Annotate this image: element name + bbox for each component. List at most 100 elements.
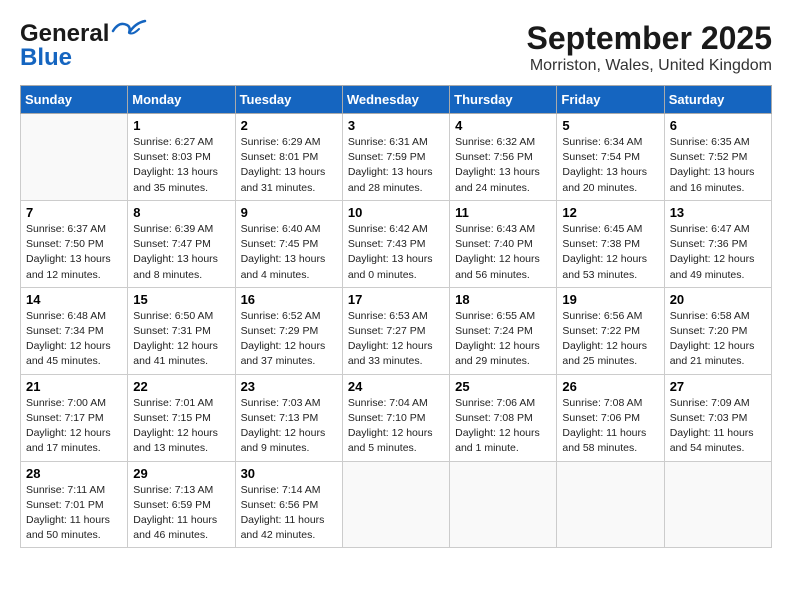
calendar-cell: 27Sunrise: 7:09 AMSunset: 7:03 PMDayligh… (664, 374, 771, 461)
calendar-cell: 2 Sunrise: 6:29 AMSunset: 8:01 PMDaylight… (235, 114, 342, 201)
weekday-tuesday: Tuesday (235, 86, 342, 114)
day-info: Sunrise: 6:32 AMSunset: 7:56 PMDaylight:… (455, 135, 551, 196)
calendar-cell: 4 Sunrise: 6:32 AMSunset: 7:56 PMDaylight… (450, 114, 557, 201)
calendar-cell: 7Sunrise: 6:37 AMSunset: 7:50 PMDaylight… (21, 200, 128, 287)
calendar-cell: 17 Sunrise: 6:53 AMSunset: 7:27 PMDayligh… (342, 287, 449, 374)
week-row-5: 28 Sunrise: 7:11 AMSunset: 7:01 PMDayligh… (21, 461, 772, 548)
calendar-cell (664, 461, 771, 548)
day-number: 2 (241, 118, 337, 133)
weekday-header-row: SundayMondayTuesdayWednesdayThursdayFrid… (21, 86, 772, 114)
weekday-sunday: Sunday (21, 86, 128, 114)
calendar-cell: 8 Sunrise: 6:39 AMSunset: 7:47 PMDaylight… (128, 200, 235, 287)
day-number: 21 (26, 379, 122, 394)
day-number: 18 (455, 292, 551, 307)
day-info: Sunrise: 7:09 AMSunset: 7:03 PMDaylight:… (670, 396, 766, 457)
title-section: September 2025 Morriston, Wales, United … (527, 20, 772, 75)
calendar-cell: 28 Sunrise: 7:11 AMSunset: 7:01 PMDayligh… (21, 461, 128, 548)
day-number: 24 (348, 379, 444, 394)
day-info: Sunrise: 6:56 AMSunset: 7:22 PMDaylight:… (562, 309, 658, 370)
day-info: Sunrise: 6:37 AMSunset: 7:50 PMDaylight:… (26, 222, 122, 283)
calendar-cell: 20Sunrise: 6:58 AMSunset: 7:20 PMDayligh… (664, 287, 771, 374)
calendar-cell: 22Sunrise: 7:01 AMSunset: 7:15 PMDayligh… (128, 374, 235, 461)
day-number: 11 (455, 205, 551, 220)
calendar-cell (342, 461, 449, 548)
day-number: 14 (26, 292, 122, 307)
day-number: 13 (670, 205, 766, 220)
day-info: Sunrise: 6:27 AMSunset: 8:03 PMDaylight:… (133, 135, 229, 196)
day-number: 3 (348, 118, 444, 133)
day-number: 4 (455, 118, 551, 133)
day-number: 10 (348, 205, 444, 220)
day-info: Sunrise: 7:11 AMSunset: 7:01 PMDaylight:… (26, 483, 122, 544)
day-number: 23 (241, 379, 337, 394)
calendar-cell (557, 461, 664, 548)
day-number: 5 (562, 118, 658, 133)
day-number: 9 (241, 205, 337, 220)
day-info: Sunrise: 7:14 AMSunset: 6:56 PMDaylight:… (241, 483, 337, 544)
day-number: 28 (26, 466, 122, 481)
day-number: 15 (133, 292, 229, 307)
calendar-cell: 15 Sunrise: 6:50 AMSunset: 7:31 PMDayligh… (128, 287, 235, 374)
calendar-cell: 26Sunrise: 7:08 AMSunset: 7:06 PMDayligh… (557, 374, 664, 461)
day-info: Sunrise: 6:29 AMSunset: 8:01 PMDaylight:… (241, 135, 337, 196)
day-info: Sunrise: 6:43 AMSunset: 7:40 PMDaylight:… (455, 222, 551, 283)
day-info: Sunrise: 6:47 AMSunset: 7:36 PMDaylight:… (670, 222, 766, 283)
logo-bird-icon (111, 19, 147, 43)
weekday-thursday: Thursday (450, 86, 557, 114)
calendar-cell: 25Sunrise: 7:06 AMSunset: 7:08 PMDayligh… (450, 374, 557, 461)
day-number: 29 (133, 466, 229, 481)
day-info: Sunrise: 6:42 AMSunset: 7:43 PMDaylight:… (348, 222, 444, 283)
day-info: Sunrise: 7:04 AMSunset: 7:10 PMDaylight:… (348, 396, 444, 457)
day-number: 30 (241, 466, 337, 481)
calendar-cell: 18 Sunrise: 6:55 AMSunset: 7:24 PMDayligh… (450, 287, 557, 374)
day-info: Sunrise: 7:00 AMSunset: 7:17 PMDaylight:… (26, 396, 122, 457)
calendar-cell: 1 Sunrise: 6:27 AMSunset: 8:03 PMDaylight… (128, 114, 235, 201)
day-number: 8 (133, 205, 229, 220)
day-info: Sunrise: 6:45 AMSunset: 7:38 PMDaylight:… (562, 222, 658, 283)
calendar-cell: 5 Sunrise: 6:34 AMSunset: 7:54 PMDaylight… (557, 114, 664, 201)
day-info: Sunrise: 7:13 AMSunset: 6:59 PMDaylight:… (133, 483, 229, 544)
day-info: Sunrise: 7:08 AMSunset: 7:06 PMDaylight:… (562, 396, 658, 457)
weekday-friday: Friday (557, 86, 664, 114)
week-row-2: 7Sunrise: 6:37 AMSunset: 7:50 PMDaylight… (21, 200, 772, 287)
day-number: 1 (133, 118, 229, 133)
day-number: 17 (348, 292, 444, 307)
day-info: Sunrise: 6:53 AMSunset: 7:27 PMDaylight:… (348, 309, 444, 370)
day-info: Sunrise: 6:39 AMSunset: 7:47 PMDaylight:… (133, 222, 229, 283)
calendar-cell: 3 Sunrise: 6:31 AMSunset: 7:59 PMDaylight… (342, 114, 449, 201)
weekday-monday: Monday (128, 86, 235, 114)
weekday-saturday: Saturday (664, 86, 771, 114)
day-info: Sunrise: 6:34 AMSunset: 7:54 PMDaylight:… (562, 135, 658, 196)
day-info: Sunrise: 6:48 AMSunset: 7:34 PMDaylight:… (26, 309, 122, 370)
calendar-cell: 19 Sunrise: 6:56 AMSunset: 7:22 PMDayligh… (557, 287, 664, 374)
day-number: 22 (133, 379, 229, 394)
logo: General Blue (20, 20, 147, 72)
day-number: 16 (241, 292, 337, 307)
day-info: Sunrise: 6:55 AMSunset: 7:24 PMDaylight:… (455, 309, 551, 370)
month-title: September 2025 (527, 20, 772, 57)
day-info: Sunrise: 6:31 AMSunset: 7:59 PMDaylight:… (348, 135, 444, 196)
calendar-cell: 9 Sunrise: 6:40 AMSunset: 7:45 PMDaylight… (235, 200, 342, 287)
calendar-cell: 16 Sunrise: 6:52 AMSunset: 7:29 PMDayligh… (235, 287, 342, 374)
calendar-cell: 13 Sunrise: 6:47 AMSunset: 7:36 PMDayligh… (664, 200, 771, 287)
calendar-cell: 30 Sunrise: 7:14 AMSunset: 6:56 PMDayligh… (235, 461, 342, 548)
weekday-wednesday: Wednesday (342, 86, 449, 114)
calendar-cell: 24 Sunrise: 7:04 AMSunset: 7:10 PMDayligh… (342, 374, 449, 461)
calendar-cell: 29 Sunrise: 7:13 AMSunset: 6:59 PMDayligh… (128, 461, 235, 548)
logo-blue: Blue (20, 44, 72, 72)
week-row-3: 14 Sunrise: 6:48 AMSunset: 7:34 PMDayligh… (21, 287, 772, 374)
day-info: Sunrise: 6:35 AMSunset: 7:52 PMDaylight:… (670, 135, 766, 196)
calendar-cell: 12Sunrise: 6:45 AMSunset: 7:38 PMDayligh… (557, 200, 664, 287)
day-info: Sunrise: 6:50 AMSunset: 7:31 PMDaylight:… (133, 309, 229, 370)
calendar-cell: 6Sunrise: 6:35 AMSunset: 7:52 PMDaylight… (664, 114, 771, 201)
calendar-cell: 10 Sunrise: 6:42 AMSunset: 7:43 PMDayligh… (342, 200, 449, 287)
week-row-4: 21 Sunrise: 7:00 AMSunset: 7:17 PMDayligh… (21, 374, 772, 461)
day-info: Sunrise: 6:52 AMSunset: 7:29 PMDaylight:… (241, 309, 337, 370)
calendar-cell: 21 Sunrise: 7:00 AMSunset: 7:17 PMDayligh… (21, 374, 128, 461)
day-info: Sunrise: 6:58 AMSunset: 7:20 PMDaylight:… (670, 309, 766, 370)
day-info: Sunrise: 7:03 AMSunset: 7:13 PMDaylight:… (241, 396, 337, 457)
calendar-cell (21, 114, 128, 201)
day-number: 19 (562, 292, 658, 307)
day-info: Sunrise: 6:40 AMSunset: 7:45 PMDaylight:… (241, 222, 337, 283)
calendar-cell: 23 Sunrise: 7:03 AMSunset: 7:13 PMDayligh… (235, 374, 342, 461)
